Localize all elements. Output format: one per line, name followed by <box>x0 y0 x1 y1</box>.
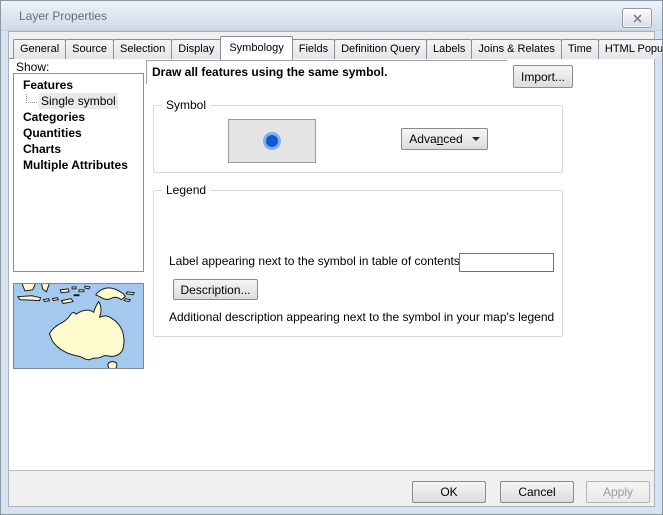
tab-general[interactable]: General <box>13 39 66 59</box>
tab-html-popup[interactable]: HTML Popup <box>598 39 663 59</box>
renderer-heading: Draw all features using the same symbol. <box>146 60 507 84</box>
import-button-label: Import... <box>521 70 565 84</box>
advanced-label: Advanced <box>409 132 462 146</box>
tree-item-single-symbol[interactable]: Single symbol <box>23 93 143 109</box>
tab-labels[interactable]: Labels <box>426 39 472 59</box>
show-label: Show: <box>16 60 49 74</box>
tab-joins-relates[interactable]: Joins & Relates <box>471 39 561 59</box>
import-button[interactable]: Import... <box>513 65 573 88</box>
layer-properties-dialog: Layer Properties General Source Selectio… <box>0 0 663 515</box>
tree-connector-icon <box>26 94 37 103</box>
close-button[interactable] <box>622 8 652 28</box>
tree-item-charts[interactable]: Charts <box>23 141 143 157</box>
tree-item-features[interactable]: Features <box>23 77 143 93</box>
tree-item-label: Single symbol <box>39 93 118 109</box>
legend-label-input[interactable] <box>459 253 554 272</box>
legend-label-text: Label appearing next to the symbol in ta… <box>169 254 463 268</box>
ok-button-label: OK <box>440 485 457 499</box>
apply-button[interactable]: Apply <box>586 481 650 503</box>
tab-source[interactable]: Source <box>65 39 114 59</box>
tab-display[interactable]: Display <box>171 39 221 59</box>
symbol-group-label: Symbol <box>162 98 210 112</box>
window-title: Layer Properties <box>19 9 107 23</box>
apply-button-label: Apply <box>603 485 633 499</box>
tab-symbology[interactable]: Symbology <box>220 36 292 60</box>
tab-definition-query[interactable]: Definition Query <box>334 39 427 59</box>
legend-group-label: Legend <box>162 183 210 197</box>
symbol-preview-button[interactable] <box>228 119 316 163</box>
tab-time[interactable]: Time <box>561 39 599 59</box>
legend-note-text: Additional description appearing next to… <box>169 310 554 324</box>
tab-fields[interactable]: Fields <box>292 39 335 59</box>
symbol-group: Symbol Advanced <box>153 105 563 173</box>
tree-item-quantities[interactable]: Quantities <box>23 125 143 141</box>
renderer-heading-text: Draw all features using the same symbol. <box>152 65 387 79</box>
description-button[interactable]: Description... <box>173 279 258 300</box>
description-button-label: Description... <box>180 283 250 297</box>
map-preview <box>13 283 144 369</box>
titlebar: Layer Properties <box>1 1 662 31</box>
tab-selection[interactable]: Selection <box>113 39 172 59</box>
tree-item-categories[interactable]: Categories <box>23 109 143 125</box>
dialog-body: General Source Selection Display Symbolo… <box>8 31 655 507</box>
legend-group: Legend Label appearing next to the symbo… <box>153 190 563 337</box>
advanced-dropdown-button[interactable]: Advanced <box>401 128 488 150</box>
renderer-tree: Features Single symbol Categories Quanti… <box>13 73 144 272</box>
cancel-button-label: Cancel <box>518 485 555 499</box>
tree-item-multiple-attributes[interactable]: Multiple Attributes <box>23 157 143 173</box>
ok-button[interactable]: OK <box>412 481 486 503</box>
cancel-button[interactable]: Cancel <box>500 481 574 503</box>
point-symbol-icon <box>261 130 283 152</box>
chevron-down-icon <box>472 137 480 141</box>
close-icon <box>633 14 642 23</box>
tab-strip: General Source Selection Display Symbolo… <box>13 35 663 59</box>
